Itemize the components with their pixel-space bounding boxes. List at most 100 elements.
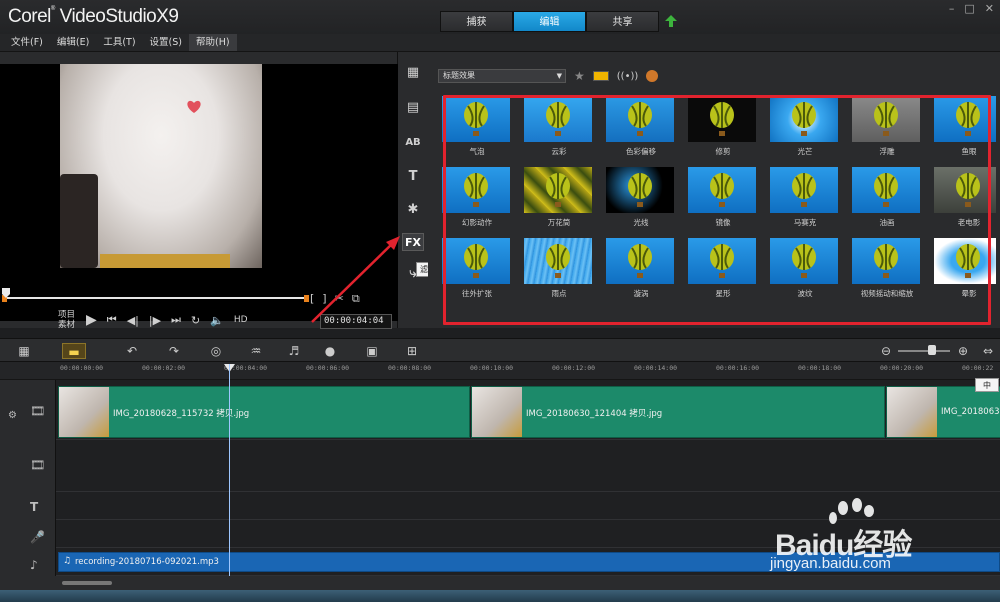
trim-end-marker[interactable] — [304, 295, 309, 302]
filter-item[interactable]: 老电影 — [928, 163, 996, 233]
volume-icon[interactable]: 🔈 — [210, 314, 224, 327]
scrollbar-thumb[interactable] — [62, 581, 112, 585]
mark-in-icon[interactable]: [ — [310, 292, 314, 306]
timeline-ruler[interactable]: 00:00:00:00 00:00:02:00 00:00:04:00 00:00:0… — [0, 362, 1000, 380]
preview-skirt — [100, 254, 230, 268]
filter-label: 晕影 — [961, 289, 977, 298]
motion-tracking-icon[interactable]: ● — [320, 343, 340, 359]
storyboard-view-icon[interactable]: ▦ — [14, 343, 34, 359]
end-icon[interactable]: ⏭ — [171, 313, 181, 327]
transition-icon[interactable]: AB — [402, 134, 424, 152]
playhead-line[interactable] — [229, 364, 230, 576]
title-track[interactable] — [56, 492, 1000, 520]
overlay-track[interactable] — [56, 440, 1000, 492]
filter-item[interactable]: 波纹 — [764, 234, 846, 304]
redo-icon[interactable]: ↷ — [164, 343, 184, 359]
filter-item[interactable]: 晕影 — [928, 234, 996, 304]
fit-project-icon[interactable]: ⇔ — [978, 343, 998, 359]
close-icon[interactable]: ✕ — [985, 2, 994, 15]
scrub-track[interactable] — [2, 297, 308, 299]
tab-share[interactable]: 共享 — [586, 11, 659, 32]
play-icon[interactable]: ▶ — [86, 312, 97, 328]
zoom-slider[interactable] — [898, 350, 950, 352]
video-track[interactable]: IMG_20180628_115732 拷贝.jpg IMG_20180630_… — [56, 380, 1000, 440]
filter-item[interactable]: 往外扩张 — [436, 234, 518, 304]
filter-item[interactable]: 雨点 — [518, 234, 600, 304]
timecode-display[interactable]: 00:00:04:04 — [320, 314, 392, 329]
video-clip-3[interactable]: IMG_20180630 — [886, 386, 1000, 438]
subtitle-editor-icon[interactable]: ▣ — [362, 343, 382, 359]
menu-settings[interactable]: 设置(S) — [143, 34, 189, 51]
scrub-handle-icon[interactable] — [2, 288, 10, 298]
enlarge-icon[interactable]: ⧉ — [352, 292, 360, 306]
tab-edit[interactable]: 编辑 — [513, 11, 586, 32]
filter-item[interactable]: 修剪 — [682, 92, 764, 162]
filter-item[interactable]: 色彩偏移 — [600, 92, 682, 162]
ruler-tick-label: 00:00:02:00 — [142, 364, 186, 372]
minimize-icon[interactable]: – — [949, 2, 955, 15]
clip-thumbnail — [887, 387, 937, 437]
filter-item[interactable]: 星形 — [682, 234, 764, 304]
preview-window[interactable]: [ ] ✂ ⧉ 项目 素材 ▶ ⏮ ◀| |▶ ⏭ ↻ 🔈 HD 00:00:0… — [0, 64, 398, 330]
filter-item[interactable]: 油画 — [846, 163, 928, 233]
filter-item[interactable]: 浮雕 — [846, 92, 928, 162]
filter-item[interactable]: 镜像 — [682, 163, 764, 233]
zoom-slider-handle[interactable] — [928, 345, 936, 355]
record-capture-icon[interactable]: ◎ — [206, 343, 226, 359]
show-video-icon[interactable] — [592, 71, 609, 81]
filter-item[interactable]: 马赛克 — [764, 163, 846, 233]
tab-capture[interactable]: 捕获 — [440, 11, 513, 32]
show-audio-icon[interactable]: ((•)) — [617, 71, 639, 82]
filter-item[interactable]: 光芒 — [764, 92, 846, 162]
timeline-view-icon[interactable]: ▬ — [62, 343, 86, 359]
menu-tools[interactable]: 工具(T) — [96, 34, 142, 51]
player-panel: [ ] ✂ ⧉ 项目 素材 ▶ ⏮ ◀| |▶ ⏭ ↻ 🔈 HD 00:00:0… — [0, 52, 398, 330]
filter-item[interactable]: 视频摇动和缩放 — [846, 234, 928, 304]
media-icon[interactable]: ▦ — [402, 64, 424, 82]
timeline-scrollbar[interactable] — [0, 576, 1000, 590]
track-manager-icon[interactable]: ⚙ — [8, 410, 17, 421]
undo-icon[interactable]: ↶ — [122, 343, 142, 359]
title-icon[interactable]: T — [402, 168, 424, 186]
zoom-in-icon[interactable]: ⊕ — [953, 343, 973, 359]
browse-icon[interactable] — [646, 70, 659, 82]
mark-out-icon[interactable]: ] — [322, 292, 326, 306]
video-clip-1[interactable]: IMG_20180628_115732 拷贝.jpg — [58, 386, 470, 438]
filter-item[interactable]: 气泡 — [436, 92, 518, 162]
filter-item[interactable]: 幻影动作 — [436, 163, 518, 233]
video-track-icon: 🎞 — [30, 404, 46, 418]
hd-button[interactable]: HD — [234, 315, 248, 325]
instant-project-icon[interactable]: ▤ — [402, 99, 424, 117]
graphic-icon[interactable]: ✱ — [402, 201, 424, 219]
trim-tools: [ ] ✂ ⧉ — [310, 292, 360, 306]
next-frame-icon[interactable]: |▶ — [149, 314, 161, 327]
maximize-icon[interactable]: □ — [964, 2, 974, 15]
library-filter-bar: 标题效果 ▼ ★ ((•)) — [438, 67, 659, 85]
voice-track-icon: 🎤 — [30, 530, 45, 544]
prev-frame-icon[interactable]: ◀| — [127, 314, 139, 327]
menu-edit[interactable]: 编辑(E) — [50, 34, 96, 51]
whirl-icon — [606, 238, 674, 284]
project-mode-label[interactable]: 项目 — [58, 310, 75, 320]
repeat-icon[interactable]: ↻ — [191, 314, 200, 327]
upload-arrow-icon[interactable] — [664, 14, 678, 28]
filter-fx-button[interactable]: FX — [402, 233, 424, 251]
filter-item[interactable]: 漩涡 — [600, 234, 682, 304]
filter-item[interactable]: 光线 — [600, 163, 682, 233]
scissors-icon[interactable]: ✂ — [335, 292, 344, 306]
home-icon[interactable]: ⏮ — [107, 313, 117, 327]
filter-item[interactable]: 鱼眼 — [928, 92, 996, 162]
sound-mixer-icon[interactable]: ♒ — [246, 343, 266, 359]
multi-camera-icon[interactable]: ⊞ — [402, 343, 422, 359]
scrub-bar[interactable] — [2, 288, 309, 302]
favorite-star-icon[interactable]: ★ — [574, 69, 585, 83]
clip-mode-label[interactable]: 素材 — [58, 320, 75, 330]
video-clip-2[interactable]: IMG_20180630_121404 拷贝.jpg — [471, 386, 885, 438]
menu-file[interactable]: 文件(F) — [4, 34, 50, 51]
filter-category-select[interactable]: 标题效果 ▼ — [438, 69, 566, 83]
filter-item[interactable]: 万花筒 — [518, 163, 600, 233]
zoom-out-icon[interactable]: ⊖ — [876, 343, 896, 359]
auto-music-icon[interactable]: ♬ — [284, 343, 304, 359]
menu-help[interactable]: 帮助(H) — [188, 34, 237, 51]
filter-item[interactable]: 云彩 — [518, 92, 600, 162]
